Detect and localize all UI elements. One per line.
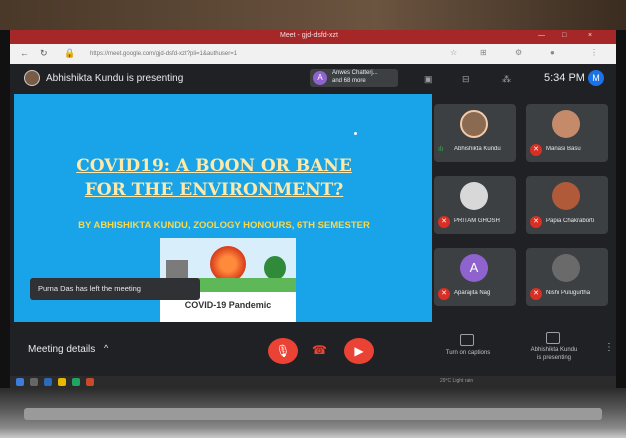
participant-tile[interactable]: ✕ Papia Chakraborti	[526, 176, 608, 234]
slide-dot	[354, 132, 357, 135]
meeting-details-button[interactable]: Meeting details	[28, 344, 95, 355]
slide-title: COVID19: A BOON OR BANE FOR THE ENVIRONM…	[54, 154, 374, 202]
tray-weather[interactable]: 29°C Light rain	[440, 378, 473, 384]
participant-tile[interactable]: ılı Abhishikta Kundu	[434, 104, 516, 162]
address-bar[interactable]: https://meet.google.com/gjd-dsfd-xzt?pli…	[90, 48, 340, 60]
slide-title-line2: FOR THE ENVIRONMENT?	[84, 180, 344, 200]
participant-avatar	[460, 182, 488, 210]
mic-off-icon: ✕	[530, 144, 542, 156]
back-icon[interactable]: ←	[20, 48, 29, 58]
participant-tile[interactable]: A ✕ Aparajita Nag	[434, 248, 516, 306]
participant-name: Nishi Pulugurtha	[546, 290, 591, 296]
participant-avatar	[552, 182, 580, 210]
participant-name: Abhishikta Kundu	[454, 146, 501, 152]
more-options-icon[interactable]: ⋮	[604, 342, 614, 353]
chrome-icon[interactable]	[72, 378, 80, 386]
browser-toolbar: ← ↻ 🔒 https://meet.google.com/gjd-dsfd-x…	[10, 44, 616, 64]
chip-line1: Anwes Chatterj...	[332, 70, 378, 76]
mic-off-icon: ✕	[438, 216, 450, 228]
close-icon[interactable]: ×	[588, 32, 592, 39]
reload-icon[interactable]: ↻	[40, 48, 48, 59]
participant-name: PRITAM GHOSH	[454, 218, 500, 224]
photo-background: Meet - gjd-dsfd-xzt — □ × ← ↻ 🔒 https://…	[0, 0, 626, 438]
chevron-up-icon[interactable]: ^	[104, 343, 108, 353]
participant-avatar	[552, 254, 580, 282]
people-icon[interactable]: ⁂	[502, 74, 514, 84]
toast-text: Purna Das has left the meeting	[38, 284, 141, 293]
participant-name: Aparajita Nag	[454, 290, 491, 296]
presenting-banner: Abhishikta Kundu is presenting	[46, 73, 184, 84]
speaking-icon: ılı	[438, 146, 444, 153]
browser-titlebar: Meet - gjd-dsfd-xzt — □ ×	[10, 30, 616, 44]
folder-icon[interactable]	[58, 378, 66, 386]
participant-name: Papia Chakraborti	[546, 218, 595, 224]
notification-toast: Purna Das has left the meeting	[30, 278, 200, 300]
participant-avatar	[552, 110, 580, 138]
presenting-label-line2: is presenting	[536, 355, 572, 361]
search-icon[interactable]	[30, 378, 38, 386]
laptop-screen: Meet - gjd-dsfd-xzt — □ × ← ↻ 🔒 https://…	[10, 30, 616, 388]
camera-toggle-button[interactable]: ▶	[344, 338, 374, 364]
taskview-icon[interactable]	[44, 378, 52, 386]
mic-off-icon: ✕	[530, 288, 542, 300]
extension-icon[interactable]: ⊞	[480, 48, 487, 57]
menu-icon[interactable]: ⋮	[590, 48, 598, 57]
factory-icon	[166, 260, 188, 280]
layout-icon[interactable]: ⊟	[462, 74, 474, 84]
end-call-button[interactable]: ☎	[312, 343, 328, 357]
meet-controls-bar: Meeting details ^ 🎙 ☎ ▶ Turn on captions…	[10, 326, 616, 376]
presenter-avatar	[24, 70, 40, 86]
tree-icon	[264, 256, 286, 280]
profile-icon[interactable]: ●	[550, 48, 555, 57]
mic-toggle-button[interactable]: 🎙	[268, 338, 298, 364]
app-icon[interactable]	[86, 378, 94, 386]
clock: 5:34 PM	[544, 72, 585, 84]
laptop-hinge	[24, 408, 602, 420]
slide-subtitle: BY ABHISHIKTA KUNDU, ZOOLOGY HONOURS, 6T…	[78, 220, 370, 231]
participant-name: Manasi Basu	[546, 146, 581, 152]
presenting-label[interactable]: Abhishikta Kundu is presenting	[514, 346, 594, 362]
windows-taskbar: 29°C Light rain	[10, 376, 616, 388]
chip-line2: and 68 more	[332, 78, 366, 84]
start-icon[interactable]	[16, 378, 24, 386]
participants-chip[interactable]: A Anwes Chatterj... and 68 more	[310, 69, 398, 87]
participant-avatar: A	[460, 254, 488, 282]
participant-tile[interactable]: ✕ PRITAM GHOSH	[434, 176, 516, 234]
bookmark-icon[interactable]: ☆	[450, 48, 457, 57]
participant-avatar: A	[313, 71, 327, 85]
presenting-icon[interactable]	[546, 332, 560, 344]
tab-title[interactable]: Meet - gjd-dsfd-xzt	[280, 32, 338, 39]
illustration-caption: COVID-19 Pandemic	[184, 300, 272, 310]
laptop-bezel-right	[616, 30, 626, 390]
slide-title-line1: COVID19: A BOON OR BANE	[76, 156, 352, 176]
settings-icon[interactable]: ⚙	[515, 48, 522, 57]
participant-avatar	[460, 110, 488, 138]
virus-icon	[210, 246, 246, 282]
participant-tile[interactable]: ✕ Nishi Pulugurtha	[526, 248, 608, 306]
mic-off-icon: ✕	[438, 288, 450, 300]
participant-tile[interactable]: ✕ Manasi Basu	[526, 104, 608, 162]
minimize-icon[interactable]: —	[538, 32, 545, 39]
user-avatar[interactable]: M	[588, 70, 604, 86]
maximize-icon[interactable]: □	[562, 32, 566, 39]
captions-label[interactable]: Turn on captions	[428, 350, 508, 356]
presenting-label-line1: Abhishikta Kundu	[530, 347, 578, 353]
laptop-bezel-left	[0, 30, 10, 390]
screen-share-icon[interactable]: ▣	[424, 74, 436, 84]
lock-icon: 🔒	[64, 48, 76, 58]
room-background	[0, 0, 626, 30]
meet-topbar: Abhishikta Kundu is presenting A Anwes C…	[10, 64, 616, 92]
captions-icon[interactable]	[460, 334, 474, 346]
mic-off-icon: ✕	[530, 216, 542, 228]
